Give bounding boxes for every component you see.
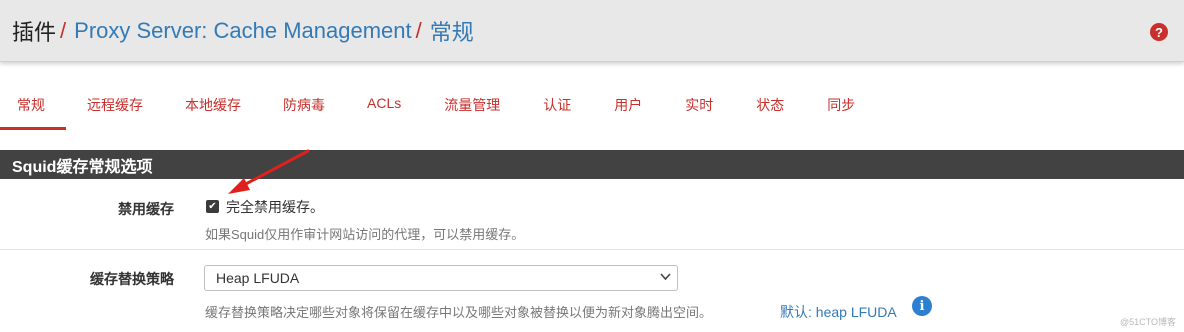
tab-local-cache[interactable]: 本地缓存 [185, 92, 241, 130]
tab-status[interactable]: 状态 [756, 92, 784, 130]
breadcrumb-separator: / [415, 17, 422, 43]
tab-realtime[interactable]: 实时 [685, 92, 713, 130]
tab-sync[interactable]: 同步 [827, 92, 855, 130]
page-header: 插件 / Proxy Server: Cache Management / 常规… [0, 0, 1184, 62]
disable-cache-checkbox-label[interactable]: 完全禁用缓存。 [226, 197, 324, 217]
red-arrow-annotation [228, 149, 310, 194]
tab-label: 实时 [685, 97, 714, 113]
default-value-link[interactable]: 默认: heap LFUDA [780, 302, 897, 322]
tab-bar: 常规 远程缓存 本地缓存 防病毒 ACLs 流量管理 认证 用户 实时 状态 同… [0, 92, 1184, 130]
help-icon[interactable]: ? [1150, 23, 1168, 41]
tab-antivirus[interactable]: 防病毒 [283, 92, 325, 130]
disable-cache-checkbox[interactable]: ✔ [206, 200, 219, 213]
breadcrumb-current[interactable]: 常规 [430, 15, 474, 47]
breadcrumb-middle[interactable]: Proxy Server: Cache Management [74, 18, 412, 44]
tab-label: 本地缓存 [185, 97, 241, 113]
tab-traffic-mgmt[interactable]: 流量管理 [444, 92, 500, 130]
tab-auth[interactable]: 认证 [543, 92, 571, 130]
section-title: Squid缓存常规选项 [0, 150, 1184, 179]
disable-cache-help: 如果Squid仅用作审计网站访问的代理，可以禁用缓存。 [205, 227, 525, 242]
tab-general[interactable]: 常规 [0, 92, 66, 130]
disable-cache-label: 禁用缓存 [118, 201, 174, 217]
tab-label: 同步 [827, 97, 856, 113]
replacement-policy-label: 缓存替换策略 [90, 271, 174, 287]
replacement-policy-help: 缓存替换策略决定哪些对象将保留在缓存中以及哪些对象被替换以便为新对象腾出空间。 [205, 305, 713, 320]
tab-label: 防病毒 [283, 97, 325, 113]
tab-label: 用户 [614, 97, 643, 113]
row-divider [0, 249, 1184, 250]
tab-label: 认证 [543, 97, 572, 113]
tab-remote-cache[interactable]: 远程缓存 [87, 92, 143, 130]
info-icon[interactable]: i [912, 296, 932, 316]
replacement-policy-value: Heap LFUDA [216, 270, 300, 286]
chevron-down-icon [660, 271, 671, 285]
tab-acls[interactable]: ACLs [367, 92, 401, 130]
tab-label: 远程缓存 [87, 97, 143, 113]
tab-label: 常规 [17, 97, 45, 113]
tab-label: 状态 [756, 97, 785, 113]
breadcrumb-separator: / [60, 17, 67, 43]
tab-users[interactable]: 用户 [614, 92, 642, 130]
breadcrumb-root[interactable]: 插件 [12, 15, 56, 47]
tab-label: ACLs [367, 95, 402, 111]
watermark: @51CTO博客 [1120, 317, 1176, 327]
replacement-policy-select[interactable]: Heap LFUDA [204, 265, 678, 291]
tab-label: 流量管理 [444, 97, 501, 113]
